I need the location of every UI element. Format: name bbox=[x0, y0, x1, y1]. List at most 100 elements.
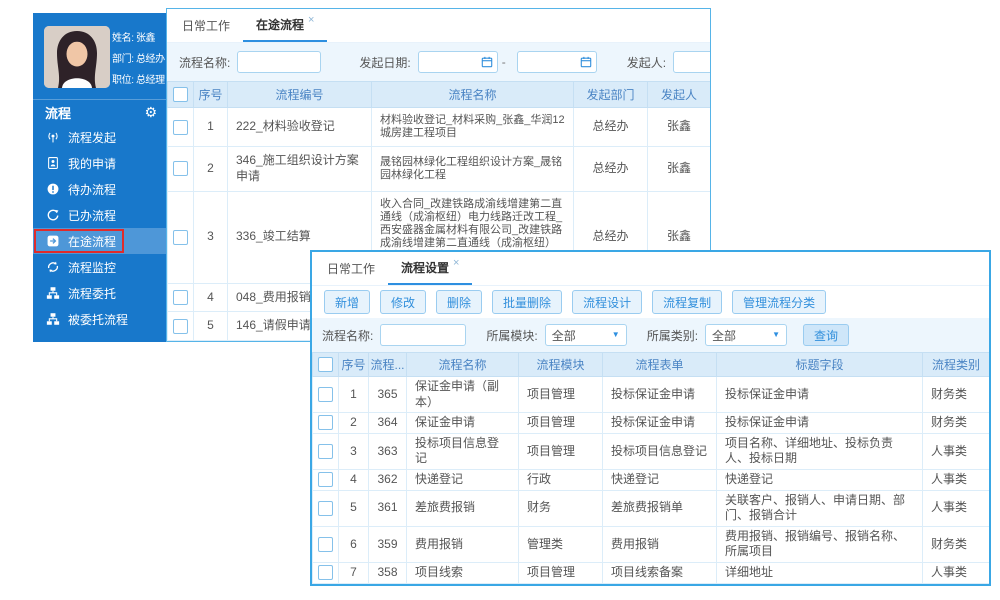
tab[interactable]: 流程设置 × bbox=[388, 252, 472, 285]
tab-close-icon[interactable]: × bbox=[308, 14, 314, 26]
cell-process-code: 361 bbox=[369, 490, 407, 526]
toolbar-button[interactable]: 删除 bbox=[436, 290, 482, 314]
sidebar-item[interactable]: 流程发起 bbox=[33, 124, 167, 150]
cell-no: 8 bbox=[339, 583, 369, 586]
sidebar-item[interactable]: 待办流程 bbox=[33, 176, 167, 202]
tab[interactable]: 日常工作 bbox=[169, 9, 243, 42]
calendar-icon[interactable] bbox=[580, 56, 592, 68]
cell-process-name: 材料验收登记_材料采购_张鑫_华润12城房建工程项目 bbox=[372, 108, 574, 147]
row-checkbox[interactable] bbox=[318, 415, 333, 430]
cell-form: 差旅费报销单 bbox=[603, 490, 717, 526]
cell-no: 4 bbox=[194, 283, 228, 312]
cell-no: 4 bbox=[339, 469, 369, 490]
tab-bar: 日常工作 在途流程 × bbox=[167, 9, 710, 43]
column-header: 发起人 bbox=[648, 82, 711, 108]
cell-no: 3 bbox=[339, 433, 369, 469]
cell-title-fields: 关联客户、报销人、申请日期、部门、报销合计 bbox=[717, 490, 923, 526]
cell-no: 5 bbox=[194, 312, 228, 341]
cell-process-name: 差旅费报销 bbox=[407, 490, 519, 526]
sidebar-item-label: 我的申请 bbox=[68, 155, 116, 172]
tab-label: 在途流程 bbox=[256, 16, 304, 33]
row-checkbox[interactable] bbox=[173, 290, 188, 305]
toolbar: 新增修改删除批量删除流程设计流程复制管理流程分类 bbox=[312, 286, 989, 318]
cell-form: 投标保证金申请 bbox=[603, 377, 717, 413]
column-header: 流程类别 bbox=[923, 353, 990, 377]
sidebar-item[interactable]: 在途流程 bbox=[33, 228, 167, 254]
cell-form: 费用报销 bbox=[603, 526, 717, 562]
cell-module: 项目管理 bbox=[519, 562, 603, 583]
sidebar: 姓名: 张鑫 部门: 总经办 职位: 总经理 流程 ⚙ 流程发起 我的申请 待办… bbox=[33, 13, 167, 342]
sidebar-item[interactable]: 流程监控 bbox=[33, 254, 167, 280]
module-select-value: 全部 bbox=[552, 327, 576, 344]
sidebar-item-icon bbox=[46, 260, 60, 274]
tab[interactable]: 在途流程 × bbox=[243, 9, 327, 42]
cell-process-code: 362 bbox=[369, 469, 407, 490]
row-checkbox[interactable] bbox=[318, 501, 333, 516]
search-button[interactable]: 查询 bbox=[803, 324, 849, 346]
toolbar-button[interactable]: 批量删除 bbox=[492, 290, 562, 314]
row-checkbox[interactable] bbox=[173, 319, 188, 334]
toolbar-button[interactable]: 新增 bbox=[324, 290, 370, 314]
sidebar-item-label: 流程监控 bbox=[68, 259, 116, 276]
cell-title-fields: 费用报销、报销编号、报销名称、所属项目 bbox=[717, 526, 923, 562]
cell-process-name: 晟铭园林绿化工程组织设计方案_晟铭园林绿化工程 bbox=[372, 147, 574, 191]
cell-process-code: 363 bbox=[369, 433, 407, 469]
sidebar-item-label: 被委托流程 bbox=[68, 311, 128, 328]
initiator-input[interactable] bbox=[673, 51, 711, 73]
tab-label: 日常工作 bbox=[327, 260, 375, 277]
select-all-checkbox[interactable] bbox=[173, 87, 188, 102]
column-header: 流程编号 bbox=[228, 82, 372, 108]
process-name-input[interactable] bbox=[237, 51, 321, 73]
sidebar-item[interactable]: 已办流程 bbox=[33, 202, 167, 228]
cell-form: 项目线索备案 bbox=[603, 562, 717, 583]
cell-process-code: 357 bbox=[369, 583, 407, 586]
sidebar-section-header: 流程 ⚙ bbox=[33, 100, 167, 124]
cell-category: 人事类 bbox=[923, 469, 990, 490]
sidebar-item-icon bbox=[46, 208, 60, 222]
cell-no: 1 bbox=[194, 108, 228, 147]
date-range-separator: - bbox=[502, 55, 506, 69]
profile-department: 部门: 总经办 bbox=[112, 49, 165, 70]
toolbar-button[interactable]: 流程复制 bbox=[652, 290, 722, 314]
cell-no: 7 bbox=[339, 562, 369, 583]
cell-no: 5 bbox=[339, 490, 369, 526]
module-select[interactable]: 全部 ▼ bbox=[545, 324, 627, 346]
checkbox-cell bbox=[313, 413, 339, 434]
tab-close-icon[interactable]: × bbox=[453, 257, 459, 269]
toolbar-button[interactable]: 修改 bbox=[380, 290, 426, 314]
calendar-icon[interactable] bbox=[481, 56, 493, 68]
row-checkbox[interactable] bbox=[318, 565, 333, 580]
process-settings-panel: 日常工作 流程设置 × 新增修改删除批量删除流程设计流程复制管理流程分类 流程名… bbox=[310, 250, 991, 586]
sidebar-item[interactable]: 被委托流程 bbox=[33, 306, 167, 332]
tab[interactable]: 日常工作 bbox=[314, 252, 388, 285]
checkbox-cell bbox=[168, 340, 194, 342]
toolbar-button[interactable]: 管理流程分类 bbox=[732, 290, 826, 314]
cell-category: 财务类 bbox=[923, 526, 990, 562]
row-checkbox[interactable] bbox=[318, 444, 333, 459]
header-checkbox-cell bbox=[313, 353, 339, 377]
cell-process-name: 测试费用报销 bbox=[407, 583, 519, 586]
row-checkbox[interactable] bbox=[173, 120, 188, 135]
row-checkbox[interactable] bbox=[318, 387, 333, 402]
sidebar-item[interactable]: 流程委托 bbox=[33, 280, 167, 306]
row-checkbox[interactable] bbox=[173, 230, 188, 245]
row-checkbox[interactable] bbox=[318, 472, 333, 487]
category-select[interactable]: 全部 ▼ bbox=[705, 324, 787, 346]
avatar-portrait bbox=[44, 26, 110, 88]
row-checkbox[interactable] bbox=[318, 537, 333, 552]
checkbox-cell bbox=[168, 191, 194, 283]
toolbar-button[interactable]: 流程设计 bbox=[572, 290, 642, 314]
checkbox-cell bbox=[313, 433, 339, 469]
gear-icon[interactable]: ⚙ bbox=[144, 104, 157, 121]
sidebar-item[interactable]: 我的申请 bbox=[33, 150, 167, 176]
cell-no: 6 bbox=[339, 526, 369, 562]
row-checkbox[interactable] bbox=[173, 161, 188, 176]
checkbox-cell bbox=[168, 108, 194, 147]
select-all-checkbox[interactable] bbox=[318, 357, 333, 372]
sidebar-item-icon bbox=[46, 156, 60, 170]
column-header: 序号 bbox=[194, 82, 228, 108]
initiator-label: 发起人: bbox=[627, 54, 666, 71]
process-name-label: 流程名称: bbox=[179, 54, 230, 71]
tab-label: 日常工作 bbox=[182, 17, 230, 34]
process-name-input[interactable] bbox=[380, 324, 466, 346]
